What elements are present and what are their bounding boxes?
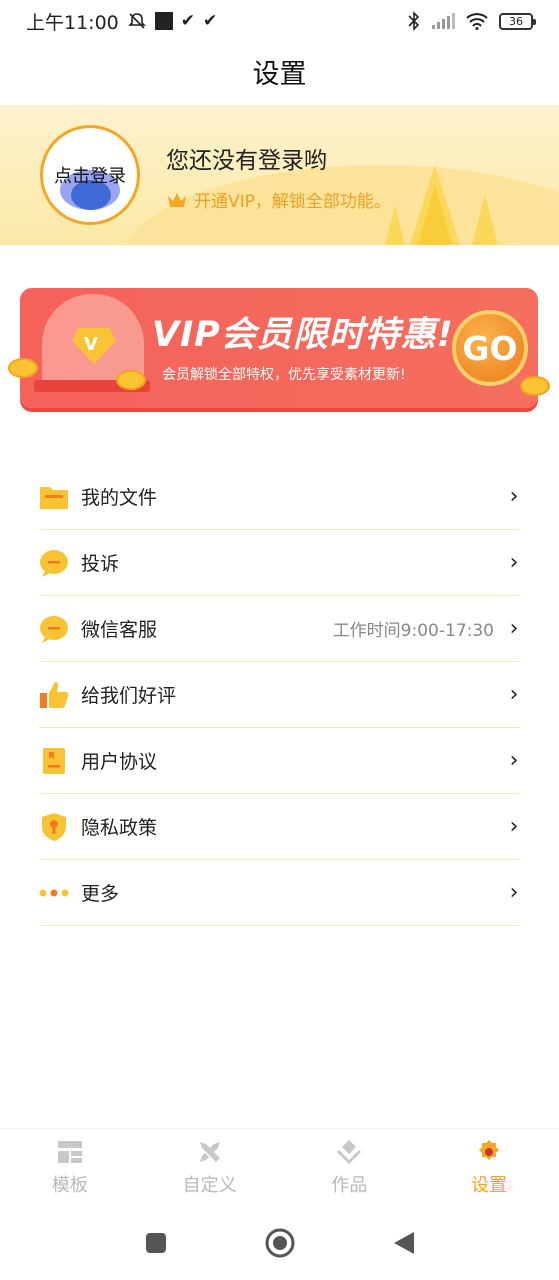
menu-extra: 工作时间9:00-17:30 [332, 621, 494, 641]
chevron-right-icon: › [509, 814, 519, 839]
menu-item-rate-us[interactable]: 给我们好评 › [39, 662, 520, 728]
document-icon [39, 746, 69, 776]
coin-icon [8, 358, 38, 378]
settings-gear-icon [476, 1139, 502, 1165]
bottom-nav: 模板 自定义 作品 设置 [0, 1128, 559, 1206]
mute-bell-icon [127, 13, 146, 29]
go-label: GO [462, 328, 518, 368]
recent-apps-icon[interactable] [144, 1231, 168, 1255]
menu-label: 我的文件 [81, 487, 158, 509]
signal-icon [432, 13, 455, 29]
nav-label: 作品 [331, 1174, 368, 1196]
menu-label: 投诉 [81, 553, 120, 575]
thumbs-up-icon [39, 680, 69, 710]
menu-item-complaint[interactable]: 投诉 › [39, 530, 520, 596]
chat-bubble-icon [39, 548, 69, 578]
profile-header[interactable]: 点击登录 您还没有登录哟 开通VIP，解锁全部功能。 [0, 105, 559, 245]
chevron-right-icon: › [509, 484, 519, 509]
menu-label: 隐私政策 [81, 817, 158, 839]
menu-label: 给我们好评 [81, 685, 177, 707]
vip-banner-subtitle: 会员解锁全部特权，优先享受素材更新! [162, 367, 406, 383]
chevron-right-icon: › [509, 682, 519, 707]
system-nav-bar [0, 1206, 559, 1280]
menu-label: 微信客服 [81, 619, 158, 641]
check-notification-icon: ✔ [180, 11, 196, 31]
status-right: 36 [407, 11, 536, 31]
coin-icon-2 [116, 370, 146, 390]
page-title: 设置 [252, 59, 307, 90]
chat-bubble-icon [39, 614, 69, 644]
bluetooth-icon [408, 11, 420, 31]
vip-promo-banner[interactable]: V VIP会员限时特惠! 会员解锁全部特权，优先享受素材更新! GO [8, 288, 550, 408]
menu-item-user-agreement[interactable]: 用户协议 › [39, 728, 520, 794]
vip-prompt-text: 开通VIP，解锁全部功能。 [194, 192, 391, 212]
nav-tab-custom[interactable]: 自定义 [140, 1129, 280, 1206]
nav-tab-templates[interactable]: 模板 [0, 1129, 140, 1206]
nav-label: 模板 [51, 1174, 88, 1196]
menu-item-my-files[interactable]: 我的文件 › [39, 464, 520, 530]
wifi-icon [466, 13, 488, 30]
template-icon [57, 1139, 83, 1165]
app-notification-icon [154, 12, 173, 30]
chevron-right-icon: › [509, 748, 519, 773]
nav-tab-settings[interactable]: 设置 [419, 1129, 559, 1206]
check-notification-icon-2: ✔ [203, 11, 218, 31]
avatar-login-text: 点击登录 [54, 166, 126, 187]
vip-banner-title: VIP会员限时特惠! [152, 315, 454, 355]
custom-tools-icon [197, 1139, 223, 1165]
status-left: 上午11:00 ✔ ✔ [26, 8, 217, 35]
chevron-right-icon: › [509, 550, 519, 575]
menu-item-privacy-policy[interactable]: 隐私政策 › [39, 794, 520, 860]
profile-name: 您还没有登录哟 [166, 148, 327, 174]
status-time: 上午11:00 [26, 11, 119, 34]
go-button[interactable]: GO [452, 310, 528, 386]
menu-item-more[interactable]: 更多 › [39, 860, 520, 926]
settings-menu: 我的文件 › 投诉 › 微信客服 工作时间9:00-17:30 › 给我们好评 … [39, 464, 520, 926]
avatar-login-button[interactable]: 点击登录 [40, 125, 140, 225]
folder-icon [39, 482, 69, 512]
diamond-letter: V [84, 334, 98, 355]
vip-prompt[interactable]: 开通VIP，解锁全部功能。 [166, 187, 391, 212]
shield-icon [39, 812, 69, 842]
status-bar: 上午11:00 ✔ ✔ 36 [0, 0, 559, 42]
nav-tab-works[interactable]: 作品 [280, 1129, 420, 1206]
coin-icon-3 [520, 376, 550, 396]
crown-icon [168, 192, 186, 207]
back-button-icon[interactable] [392, 1230, 416, 1256]
chevron-right-icon: › [509, 616, 519, 641]
nav-label: 自定义 [182, 1174, 237, 1196]
battery-level: 36 [509, 14, 523, 28]
more-dots-icon [39, 878, 69, 908]
menu-label: 更多 [81, 883, 120, 905]
battery-icon: 36 [499, 12, 536, 30]
menu-item-wechat-service[interactable]: 微信客服 工作时间9:00-17:30 › [39, 596, 520, 662]
menu-label: 用户协议 [81, 751, 158, 773]
home-button-icon[interactable] [264, 1227, 296, 1259]
decorative-trees [385, 165, 498, 245]
nav-label: 设置 [471, 1174, 508, 1196]
chevron-right-icon: › [509, 880, 519, 905]
works-icon [336, 1139, 362, 1165]
